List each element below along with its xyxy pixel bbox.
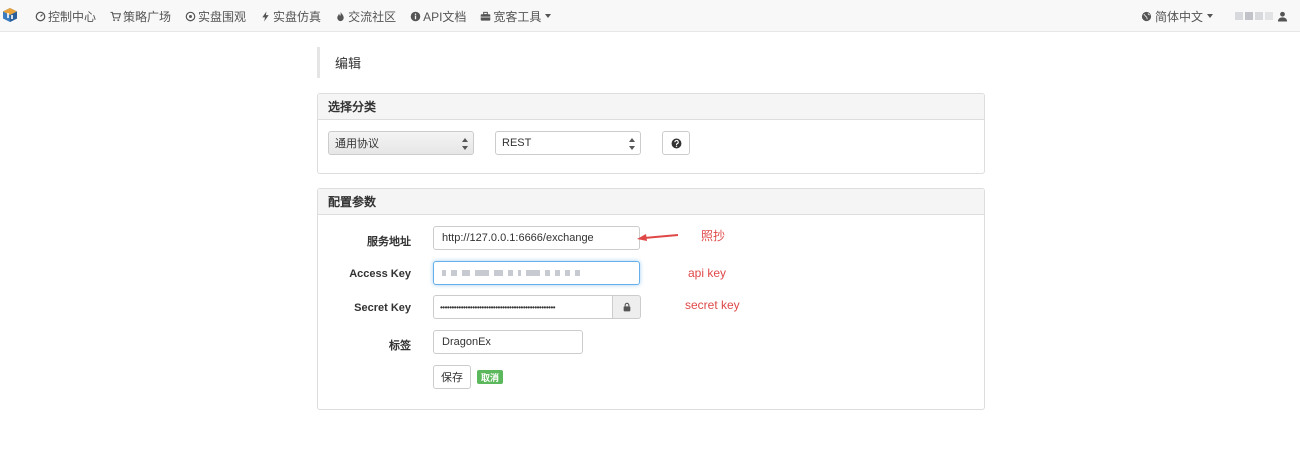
annotation-secret-key: secret key (685, 298, 740, 312)
access-key-label: Access Key (349, 268, 411, 280)
category-panel-heading: 选择分类 (318, 94, 984, 120)
nav-item-community[interactable]: 交流社区 (328, 0, 403, 32)
secret-key-label: Secret Key (354, 302, 411, 314)
cart-icon (110, 11, 122, 22)
nav-item-label: 控制中心 (48, 9, 97, 24)
nav-item-quant-tools[interactable]: 宽客工具 (473, 0, 558, 32)
cancel-button[interactable]: 取消 (477, 370, 504, 384)
server-address-label: 服务地址 (367, 236, 411, 248)
category-panel: 选择分类 通用协议 REST (317, 93, 985, 174)
secret-key-value: ••••••••••••••••••••••••••••••••••••••••… (440, 302, 556, 312)
nav-item-label: 宽客工具 (493, 9, 542, 24)
redacted-username (1235, 12, 1273, 20)
nav-item-simulation[interactable]: 实盘仿真 (253, 0, 328, 32)
nav-item-label: 交流社区 (348, 9, 397, 24)
select-arrows-icon (462, 138, 468, 150)
access-key-input[interactable] (433, 261, 640, 285)
save-button[interactable]: 保存 (433, 365, 471, 389)
language-label: 简体中文 (1154, 9, 1203, 24)
config-panel-heading: 配置参数 (318, 189, 984, 215)
page-title: 编辑 (317, 47, 361, 78)
dashboard-icon (35, 11, 46, 22)
annotation-arrow (637, 234, 679, 241)
user-menu[interactable] (1235, 11, 1288, 22)
api-type-select[interactable]: REST (495, 131, 641, 155)
briefcase-icon (480, 11, 491, 22)
info-circle-icon (410, 11, 421, 22)
nav-right: 简体中文 (1141, 0, 1288, 32)
secret-key-input[interactable]: ••••••••••••••••••••••••••••••••••••••••… (433, 295, 613, 319)
fire-icon (335, 11, 346, 22)
nav-item-api-docs[interactable]: API文档 (403, 0, 473, 32)
nav-item-live-watch[interactable]: 实盘围观 (178, 0, 253, 32)
tag-input[interactable]: DragonEx (433, 330, 583, 354)
redacted-access-key (442, 270, 580, 276)
select-arrows-icon (629, 138, 635, 150)
help-button[interactable] (662, 131, 690, 155)
lock-toggle-button[interactable] (613, 295, 641, 319)
nav-menu: 控制中心 策略广场 实盘围观 实盘仿真 交流社区 API文档 宽客工具 (28, 0, 558, 32)
api-type-select-value: REST (502, 137, 532, 149)
tag-label: 标签 (389, 340, 411, 352)
annotation-copy-note: 照抄 (701, 229, 726, 243)
nav-item-label: 实盘围观 (198, 9, 247, 24)
protocol-select[interactable]: 通用协议 (328, 131, 474, 155)
nav-item-strategy-square[interactable]: 策略广场 (103, 0, 178, 32)
question-circle-icon (671, 138, 681, 148)
language-switcher[interactable]: 简体中文 (1141, 8, 1213, 25)
tag-value: DragonEx (442, 336, 491, 348)
top-navbar: 控制中心 策略广场 实盘围观 实盘仿真 交流社区 API文档 宽客工具 简体中文 (0, 0, 1300, 32)
globe-icon (1141, 11, 1152, 22)
user-icon (1277, 11, 1288, 22)
nav-item-label: 实盘仿真 (273, 9, 322, 24)
play-circle-icon (185, 11, 196, 22)
annotation-api-key: api key (688, 266, 727, 280)
chevron-down-icon (545, 14, 552, 18)
config-panel: 配置参数 服务地址 http://127.0.0.1:6666/exchange… (317, 188, 985, 410)
nav-item-label: API文档 (423, 9, 467, 24)
nav-item-dashboard[interactable]: 控制中心 (28, 0, 103, 32)
bolt-icon (260, 10, 271, 22)
nav-item-label: 策略广场 (123, 9, 172, 24)
server-address-input[interactable]: http://127.0.0.1:6666/exchange (433, 226, 640, 250)
chevron-down-icon (1207, 14, 1213, 18)
logo-icon[interactable] (2, 7, 18, 23)
server-address-value: http://127.0.0.1:6666/exchange (442, 232, 594, 244)
lock-icon (623, 302, 630, 312)
protocol-select-value: 通用协议 (335, 138, 379, 150)
